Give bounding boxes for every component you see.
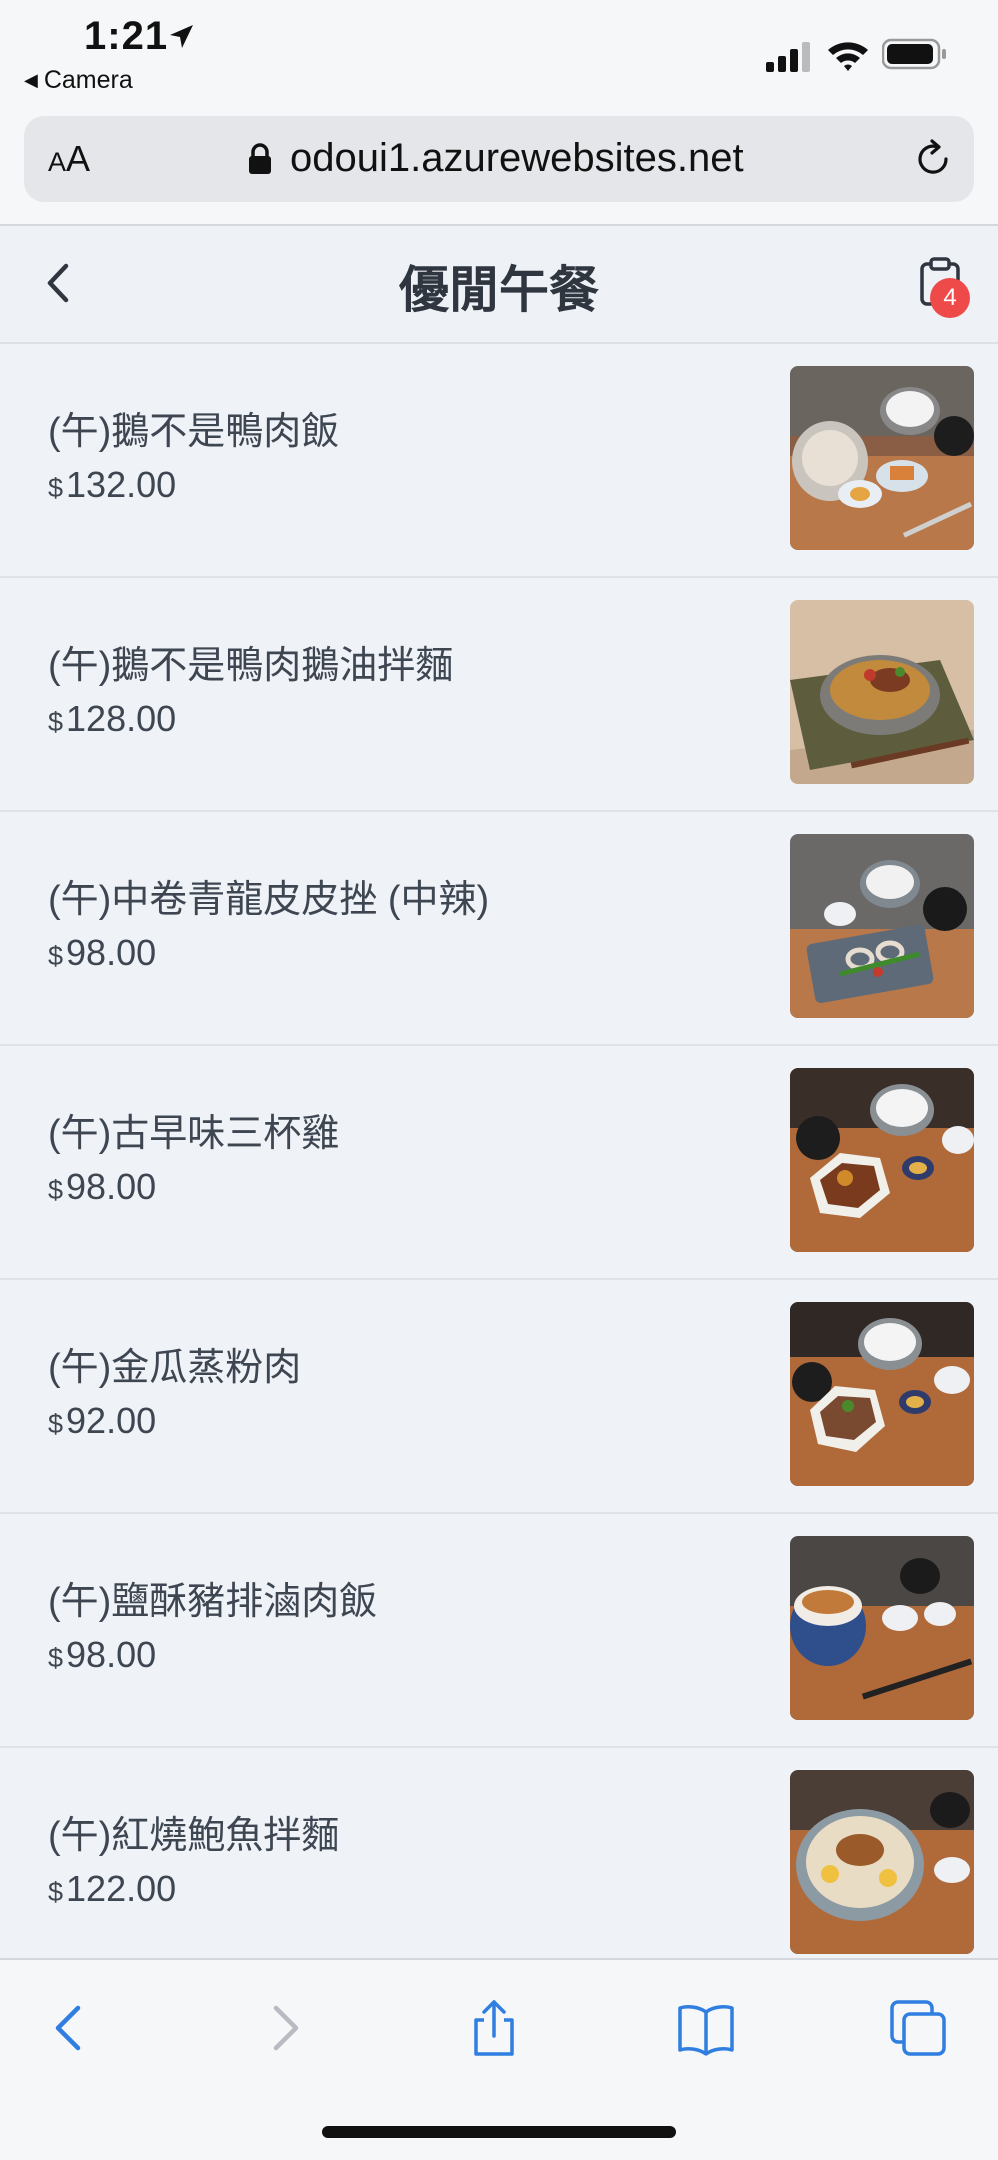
item-price-value: 98.00 [66,1166,157,1207]
dish-photo[interactable] [790,1302,974,1486]
item-price: $98.00 [48,932,156,974]
item-name: (午)鵝不是鴨肉飯 [48,411,340,453]
dish-photo[interactable] [790,834,974,1018]
battery-icon [882,38,946,70]
item-name: (午)鹽酥豬排滷肉飯 [48,1581,378,1623]
item-price: $132.00 [48,464,176,506]
item-price-value: 98.00 [66,932,157,973]
currency-symbol: $ [48,1175,64,1205]
browser-address-area: AA odoui1.azurewebsites.net [0,110,998,226]
menu-item[interactable]: (午)鵝不是鴨肉鵝油拌麵 $128.00 [0,578,998,812]
dish-photo[interactable] [790,1536,974,1720]
home-indicator[interactable] [322,2126,676,2138]
status-bar: 1:21 ◀ Camera [0,0,998,110]
menu-item[interactable]: (午)鵝不是鴨肉飯 $132.00 [0,344,998,578]
item-name: (午)中卷青龍皮皮挫 (中辣) [48,879,490,921]
signal-icon [766,42,810,72]
text-size-button[interactable]: AA [48,138,90,180]
menu-item[interactable]: (午)金瓜蒸粉肉 $92.00 [0,1280,998,1514]
wifi-icon [828,42,868,71]
menu-item[interactable]: (午)古早味三杯雞 $98.00 [0,1046,998,1280]
item-name: (午)紅燒鮑魚拌麵 [48,1815,340,1857]
url-text[interactable]: odoui1.azurewebsites.net [290,136,744,181]
item-name: (午)古早味三杯雞 [48,1113,340,1155]
page-title: 優閒午餐 [399,262,599,318]
screen: 1:21 ◀ Camera AA odoui1.azurewebsites.ne… [0,0,998,2160]
item-name: (午)金瓜蒸粉肉 [48,1347,302,1389]
forward-icon[interactable] [254,1998,314,2058]
dish-photo[interactable] [790,366,974,550]
location-arrow-icon [170,25,193,48]
back-triangle-icon: ◀ [24,70,38,90]
dish-photo[interactable] [790,1068,974,1252]
bookmarks-icon[interactable] [676,1998,736,2058]
back-to-app-link[interactable]: ◀ Camera [24,66,133,95]
menu-item[interactable]: (午)紅燒鮑魚拌麵 $122.00 [0,1748,998,1982]
currency-symbol: $ [48,1643,64,1673]
back-app-label: Camera [43,66,133,94]
address-bar[interactable]: AA odoui1.azurewebsites.net [24,116,974,202]
item-price-value: 122.00 [66,1868,177,1909]
item-price-value: 98.00 [66,1634,157,1675]
lock-icon [249,143,271,174]
item-name: (午)鵝不是鴨肉鵝油拌麵 [48,645,454,687]
cart-count-badge: 4 [930,278,970,318]
item-price-value: 132.00 [66,464,177,505]
item-price: $98.00 [48,1166,156,1208]
item-price-value: 92.00 [66,1400,157,1441]
menu-list: (午)鵝不是鴨肉飯 $132.00 (午)鵝不是鴨肉鵝油拌麵 $128.00 (… [0,344,998,1982]
currency-symbol: $ [48,707,64,737]
back-icon[interactable] [40,1998,100,2058]
text-size-small-a: A [48,147,67,177]
menu-item[interactable]: (午)鹽酥豬排滷肉飯 $98.00 [0,1514,998,1748]
currency-symbol: $ [48,1877,64,1907]
item-price: $98.00 [48,1634,156,1676]
reload-icon[interactable] [912,138,954,180]
dish-photo[interactable] [790,1770,974,1954]
menu-item[interactable]: (午)中卷青龍皮皮挫 (中辣) $98.00 [0,812,998,1046]
currency-symbol: $ [48,473,64,503]
item-price: $128.00 [48,698,176,740]
tabs-icon[interactable] [888,1998,948,2058]
currency-symbol: $ [48,1409,64,1439]
item-price-value: 128.00 [66,698,177,739]
share-icon[interactable] [464,1998,524,2058]
currency-symbol: $ [48,941,64,971]
item-price: $92.00 [48,1400,156,1442]
page-header: 優閒午餐 4 [0,226,998,344]
dish-photo[interactable] [790,600,974,784]
text-size-large-a: A [66,138,91,179]
item-price: $122.00 [48,1868,176,1910]
status-time: 1:21 [84,14,169,58]
